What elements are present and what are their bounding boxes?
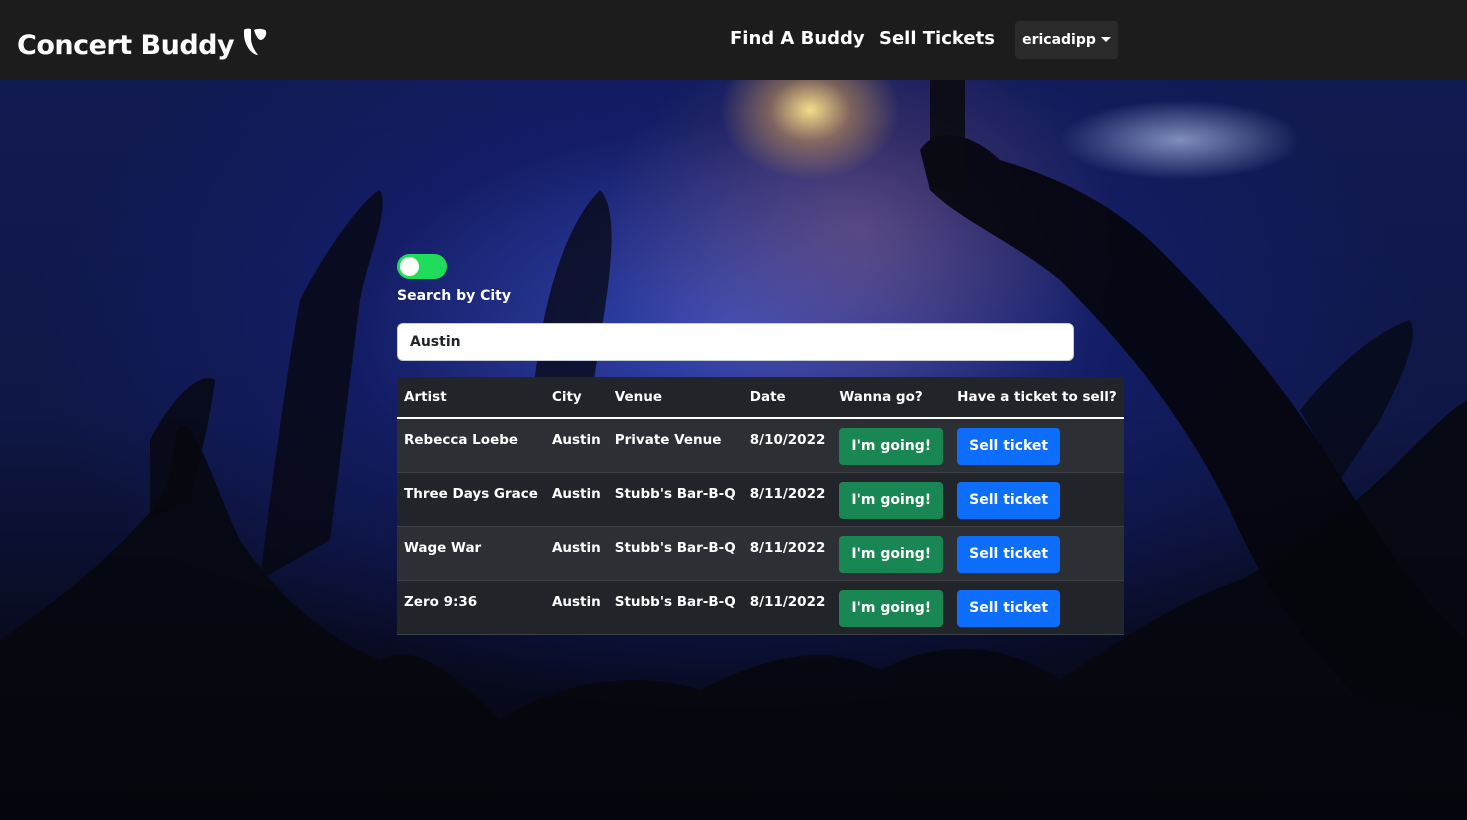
concert-results-table: Artist City Venue Date Wanna go? Have a … xyxy=(397,377,1124,635)
caret-down-icon xyxy=(1100,36,1111,42)
search-panel: Search by City Artist City Venue Date Wa… xyxy=(397,254,1124,635)
toggle-label: Search by City xyxy=(397,288,511,304)
brand-name: Concert Buddy xyxy=(17,30,235,61)
going-cell: I'm going! xyxy=(832,526,951,581)
column-header-venue: Venue xyxy=(607,377,743,419)
sell-cell: Sell ticket xyxy=(950,580,1124,635)
sell-ticket-button[interactable]: Sell ticket xyxy=(957,428,1061,465)
sell-cell: Sell ticket xyxy=(950,418,1124,473)
column-header-date: Date xyxy=(742,377,833,419)
date-cell: 8/11/2022 xyxy=(742,526,833,581)
venue-cell: Stubb's Bar-B-Q xyxy=(607,526,743,581)
table-header-row: Artist City Venue Date Wanna go? Have a … xyxy=(397,377,1124,419)
city-cell: Austin xyxy=(544,472,608,527)
date-cell: 8/10/2022 xyxy=(742,418,833,473)
going-cell: I'm going! xyxy=(832,580,951,635)
date-cell: 8/11/2022 xyxy=(742,472,833,527)
nav-sell-tickets[interactable]: Sell Tickets xyxy=(879,28,995,49)
column-header-city: City xyxy=(544,377,608,419)
column-header-sell-ticket: Have a ticket to sell? xyxy=(950,377,1124,419)
artist-cell: Wage War xyxy=(397,526,545,581)
search-mode-toggle[interactable] xyxy=(397,254,447,279)
im-going-button[interactable]: I'm going! xyxy=(839,428,944,465)
username: ericadipp xyxy=(1022,32,1096,48)
venue-cell: Stubb's Bar-B-Q xyxy=(607,472,743,527)
sell-ticket-button[interactable]: Sell ticket xyxy=(957,481,1061,519)
table-row: Three Days Grace Austin Stubb's Bar-B-Q … xyxy=(397,472,1124,527)
table-row: Rebecca Loebe Austin Private Venue 8/10/… xyxy=(397,418,1124,473)
venue-cell: Stubb's Bar-B-Q xyxy=(607,580,743,635)
sell-cell: Sell ticket xyxy=(950,472,1124,527)
table-row: Zero 9:36 Austin Stubb's Bar-B-Q 8/11/20… xyxy=(397,580,1124,635)
sell-ticket-button[interactable]: Sell ticket xyxy=(957,589,1061,627)
navbar: Concert Buddy Find A Buddy Sell Tickets … xyxy=(0,0,1467,80)
city-cell: Austin xyxy=(544,580,608,635)
column-header-artist: Artist xyxy=(397,377,545,419)
artist-cell: Zero 9:36 xyxy=(397,580,545,635)
typo3-logo-icon xyxy=(244,28,267,55)
city-cell: Austin xyxy=(544,526,608,581)
brand[interactable]: Concert Buddy xyxy=(17,28,268,61)
sell-cell: Sell ticket xyxy=(950,526,1124,581)
column-header-wanna-go: Wanna go? xyxy=(832,377,951,419)
table-row: Wage War Austin Stubb's Bar-B-Q 8/11/202… xyxy=(397,526,1124,581)
user-menu-dropdown[interactable]: ericadipp xyxy=(1015,21,1118,59)
toggle-knob xyxy=(400,257,419,276)
city-search-input[interactable] xyxy=(397,323,1074,361)
sell-ticket-button[interactable]: Sell ticket xyxy=(957,535,1061,573)
going-cell: I'm going! xyxy=(832,418,951,473)
nav-find-a-buddy[interactable]: Find A Buddy xyxy=(730,28,865,49)
im-going-button[interactable]: I'm going! xyxy=(839,535,944,573)
im-going-button[interactable]: I'm going! xyxy=(839,481,944,519)
artist-cell: Rebecca Loebe xyxy=(397,418,545,473)
artist-cell: Three Days Grace xyxy=(397,472,545,527)
going-cell: I'm going! xyxy=(832,472,951,527)
im-going-button[interactable]: I'm going! xyxy=(839,589,944,627)
city-cell: Austin xyxy=(544,418,608,473)
venue-cell: Private Venue xyxy=(607,418,743,473)
date-cell: 8/11/2022 xyxy=(742,580,833,635)
